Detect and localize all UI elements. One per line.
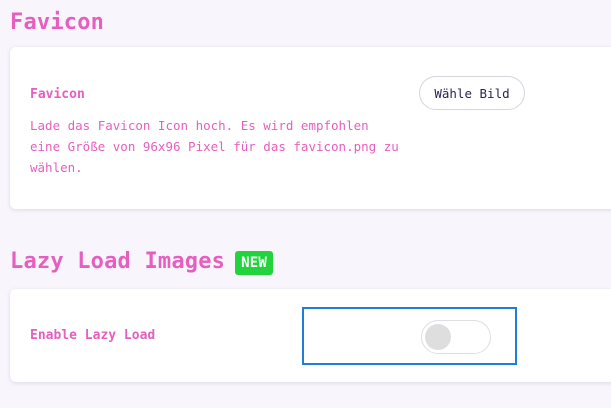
lazy-load-title-text: Lazy Load Images — [10, 249, 226, 274]
favicon-section-title: Favicon — [10, 10, 105, 35]
new-badge: NEW — [235, 250, 274, 275]
choose-image-button[interactable]: Wähle Bild — [419, 76, 525, 110]
lazy-load-toggle-focus-area[interactable] — [302, 307, 517, 365]
lazy-load-section-title: Lazy Load Images NEW — [10, 249, 274, 275]
favicon-card: Favicon Lade das Favicon Icon hoch. Es w… — [10, 47, 611, 209]
lazy-load-card: Enable Lazy Load — [10, 289, 611, 382]
lazy-load-toggle[interactable] — [421, 320, 491, 354]
favicon-description: Lade das Favicon Icon hoch. Es wird empf… — [30, 118, 399, 175]
enable-lazy-load-label: Enable Lazy Load — [30, 328, 156, 343]
toggle-knob — [425, 324, 451, 350]
favicon-field-label: Favicon — [30, 87, 85, 102]
